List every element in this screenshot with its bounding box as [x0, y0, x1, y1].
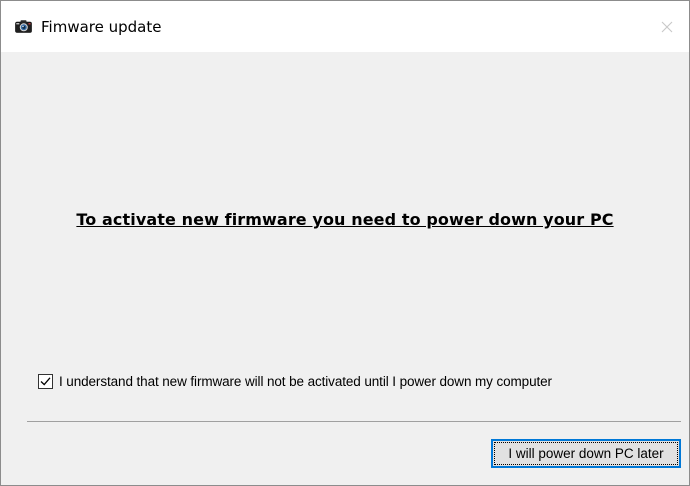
- instruction-headline: To activate new firmware you need to pow…: [76, 210, 614, 229]
- power-down-later-button[interactable]: I will power down PC later: [491, 439, 681, 468]
- close-button[interactable]: [644, 1, 689, 52]
- acknowledge-checkbox-label: I understand that new firmware will not …: [59, 373, 552, 389]
- dialog-content: To activate new firmware you need to pow…: [1, 52, 689, 485]
- footer-divider: [27, 421, 681, 422]
- acknowledge-checkbox-row[interactable]: I understand that new firmware will not …: [38, 370, 552, 392]
- acknowledge-checkbox[interactable]: [38, 373, 53, 389]
- checkmark-icon: [40, 376, 51, 386]
- camera-icon: [15, 20, 32, 33]
- window-title: Fimware update: [41, 18, 162, 36]
- title-bar[interactable]: Fimware update: [1, 1, 689, 52]
- dialog-window: Fimware update To activate new firmware …: [0, 0, 690, 486]
- close-icon: [661, 21, 672, 32]
